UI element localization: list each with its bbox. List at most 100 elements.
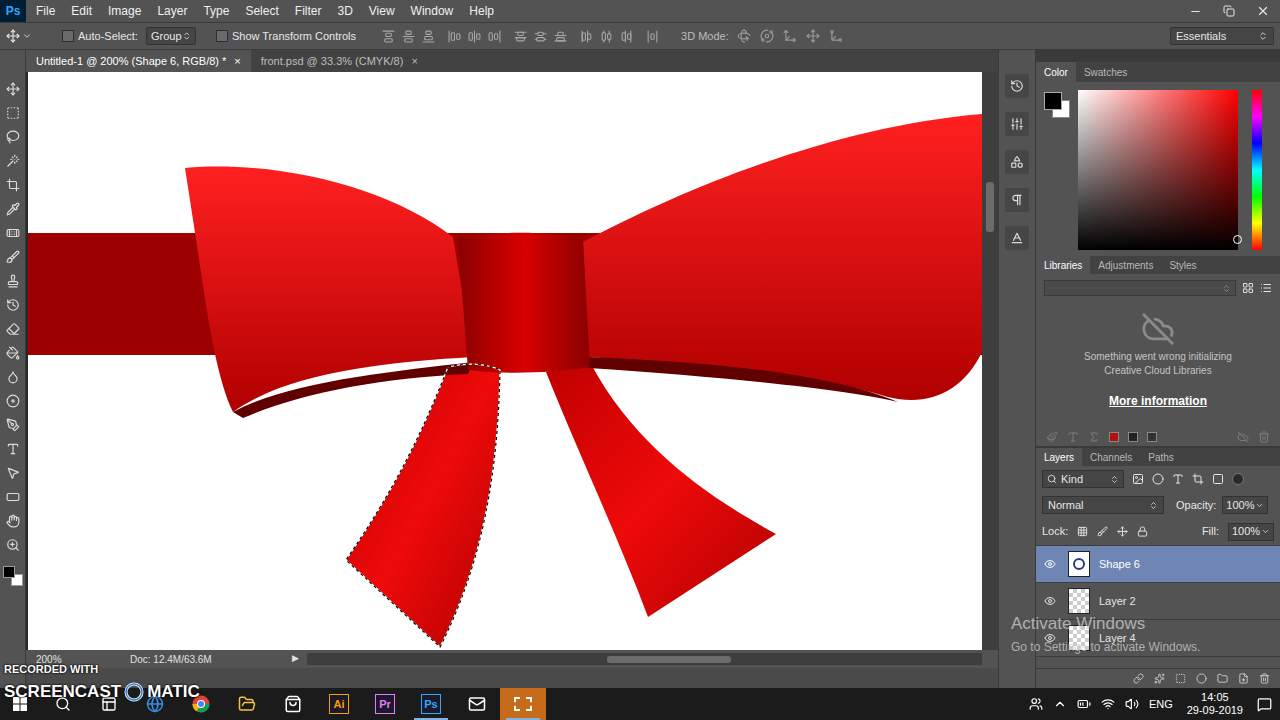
taskbar-app[interactable] <box>500 688 546 720</box>
marquee-tool-icon[interactable] <box>6 106 20 120</box>
character-panel-icon[interactable] <box>1010 231 1024 245</box>
scale-3d-icon[interactable] <box>829 29 843 43</box>
roll-3d-icon[interactable] <box>760 29 774 43</box>
windows-logo-icon[interactable] <box>13 697 27 711</box>
magic-wand-tool-icon[interactable] <box>6 154 20 168</box>
opacity-field[interactable]: 100% <box>1222 496 1268 514</box>
move-tool-icon[interactable] <box>6 29 20 43</box>
properties-panel-icon[interactable] <box>1010 117 1024 131</box>
workspace-dropdown[interactable]: Essentials <box>1170 27 1274 45</box>
task-view-icon[interactable] <box>101 696 117 712</box>
auto-align-icon[interactable] <box>646 30 659 43</box>
add-graphic-icon[interactable] <box>1046 431 1058 443</box>
shape-tool-icon[interactable] <box>6 490 20 504</box>
grid-view-icon[interactable] <box>1242 282 1254 294</box>
align-right-icon[interactable] <box>488 30 501 43</box>
menu-item[interactable]: Type <box>195 2 237 20</box>
hue-slider[interactable] <box>1252 90 1262 250</box>
tab-close[interactable]: × <box>234 53 240 70</box>
taskbar-app[interactable] <box>40 688 86 720</box>
taskbar-app[interactable]: Ps <box>408 688 454 720</box>
zoom-tool-icon[interactable] <box>6 538 20 552</box>
color-swatches[interactable] <box>3 566 23 586</box>
taskbar-app[interactable] <box>454 688 500 720</box>
add-bg-color-icon[interactable] <box>1147 432 1157 442</box>
delete-layer-icon[interactable] <box>1259 673 1270 684</box>
panel-tab[interactable]: Paths <box>1140 448 1182 466</box>
fill-field[interactable]: 100% <box>1228 523 1274 541</box>
taskbar-app[interactable] <box>270 688 316 720</box>
filter-pixel-icon[interactable] <box>1132 473 1144 485</box>
layer-row[interactable]: Layer 2 <box>1036 583 1280 620</box>
lock-position-icon[interactable] <box>1117 526 1128 537</box>
taskbar-app[interactable] <box>178 688 224 720</box>
panel-tab[interactable]: Libraries <box>1036 256 1090 274</box>
align-top-icon[interactable] <box>382 30 395 43</box>
close-icon[interactable] <box>1256 4 1270 18</box>
panel-tab[interactable]: Styles <box>1161 256 1204 274</box>
link-layers-icon[interactable] <box>1133 673 1144 684</box>
people-icon[interactable] <box>1029 697 1043 711</box>
color-picker-marker[interactable] <box>1233 235 1242 244</box>
layer-row[interactable]: Layer 4 <box>1036 620 1280 657</box>
taskbar-app[interactable]: Pr <box>362 688 408 720</box>
taskbar-app[interactable] <box>224 688 270 720</box>
horizontal-scrollbar[interactable] <box>307 653 982 665</box>
distribute-vcenter-icon[interactable] <box>534 30 547 43</box>
lock-all-icon[interactable] <box>1137 526 1148 537</box>
file-explorer-icon[interactable] <box>238 695 256 713</box>
edge-icon[interactable] <box>146 695 164 713</box>
taskbar-app[interactable] <box>132 688 178 720</box>
taskbar-app[interactable]: Ai <box>316 688 362 720</box>
eraser-tool-icon[interactable] <box>6 322 20 336</box>
add-layer-style-icon[interactable] <box>1088 431 1100 443</box>
document-tab[interactable]: Untitled-1 @ 200% (Shape 6, RGB/8) *× <box>26 50 251 72</box>
path-select-tool-icon[interactable] <box>6 466 20 480</box>
menu-item[interactable]: Window <box>403 2 462 20</box>
distribute-left-icon[interactable] <box>580 30 593 43</box>
restore-icon[interactable] <box>1223 5 1235 17</box>
filter-shape-icon[interactable] <box>1192 473 1204 485</box>
network-icon[interactable] <box>1101 697 1115 711</box>
menu-item[interactable]: 3D <box>329 2 360 20</box>
align-left-icon[interactable] <box>448 30 461 43</box>
filter-toggle[interactable] <box>1232 473 1244 485</box>
tab-close[interactable]: × <box>411 53 417 70</box>
healing-tool-icon[interactable] <box>6 226 20 240</box>
foreground-swatch[interactable] <box>3 566 15 578</box>
visibility-eye-icon[interactable] <box>1044 632 1056 644</box>
visibility-eye-icon[interactable] <box>1044 595 1056 607</box>
app-tile[interactable]: Pr <box>375 694 395 714</box>
add-character-style-icon[interactable] <box>1067 431 1079 443</box>
list-view-icon[interactable] <box>1260 282 1272 294</box>
volume-icon[interactable] <box>1125 697 1139 711</box>
app-tile[interactable]: Ps <box>421 694 441 714</box>
history-brush-tool-icon[interactable] <box>6 298 20 312</box>
lasso-tool-icon[interactable] <box>6 130 20 144</box>
menu-item[interactable]: Help <box>461 2 502 20</box>
type-tool-icon[interactable] <box>6 442 20 456</box>
canvas[interactable] <box>28 72 982 650</box>
filter-type-icon[interactable] <box>1172 473 1184 485</box>
layer-filter-dropdown[interactable]: Kind <box>1042 470 1124 488</box>
distribute-right-icon[interactable] <box>620 30 633 43</box>
search-icon[interactable] <box>55 696 71 712</box>
layer-style-icon[interactable] <box>1154 673 1165 684</box>
distribute-hcenter-icon[interactable] <box>600 30 613 43</box>
pen-tool-icon[interactable] <box>6 418 20 432</box>
menu-item[interactable]: Select <box>237 2 286 20</box>
shapes-panel-icon[interactable] <box>1010 155 1024 169</box>
menu-item[interactable]: Layer <box>149 2 195 20</box>
panel-tab[interactable]: Color <box>1036 62 1076 82</box>
store-icon[interactable] <box>284 695 302 713</box>
panel-tab[interactable]: Channels <box>1082 448 1140 466</box>
clock[interactable]: 14:0529-09-2019 <box>1183 691 1247 717</box>
align-bottom-icon[interactable] <box>422 30 435 43</box>
status-menu-arrow[interactable]: ▶ <box>292 652 299 666</box>
history-panel-icon[interactable] <box>1010 79 1024 93</box>
zoom-level[interactable]: 200% <box>26 652 74 667</box>
drag-3d-icon[interactable] <box>783 29 797 43</box>
lock-transparency-icon[interactable] <box>1077 526 1088 537</box>
notifications-icon[interactable] <box>1257 697 1272 712</box>
visibility-eye-icon[interactable] <box>1044 558 1056 570</box>
